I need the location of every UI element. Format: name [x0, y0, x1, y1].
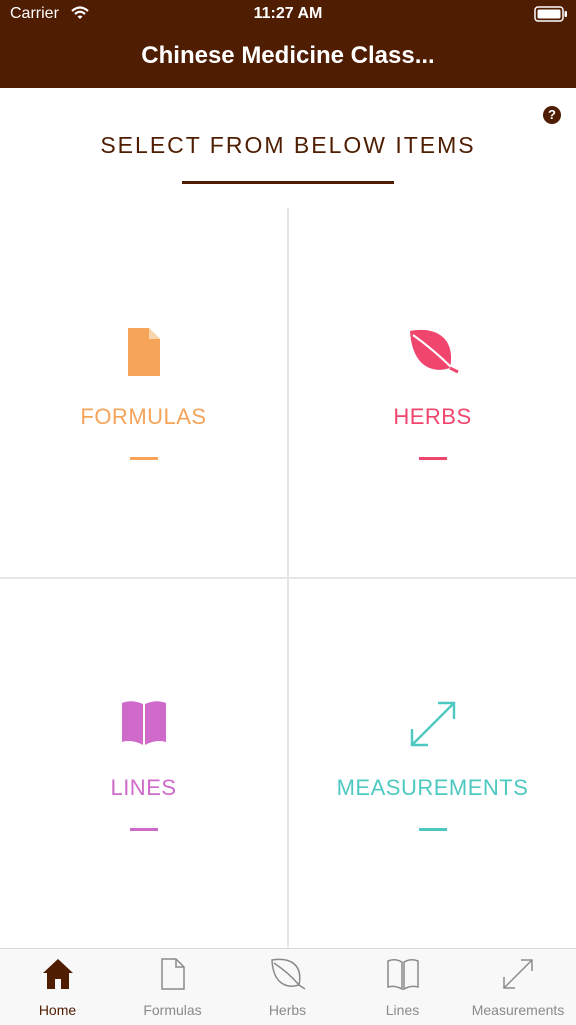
tab-herbs[interactable]: Herbs: [230, 949, 345, 1025]
tab-lines[interactable]: Lines: [345, 949, 460, 1025]
formulas-label: FORMULAS: [80, 404, 207, 429]
book-icon: [0, 699, 287, 751]
navigation-bar: Chinese Medicine Class...: [0, 28, 576, 88]
formulas-tile[interactable]: FORMULAS: [0, 208, 287, 577]
status-time: 11:27 AM: [253, 5, 323, 22]
tab-formulas[interactable]: Formulas: [115, 949, 230, 1025]
tab-measurements[interactable]: Measurements: [460, 949, 576, 1025]
document-icon: [115, 957, 230, 993]
page-heading: SELECT FROM BELOW ITEMS: [100, 132, 476, 158]
book-icon: [345, 957, 460, 993]
resize-arrows-icon: [289, 699, 576, 751]
help-button[interactable]: ?: [543, 106, 561, 124]
tab-herbs-label: Herbs: [268, 1002, 307, 1018]
status-bar: Carrier 11:27 AM: [0, 0, 576, 28]
lines-label: LINES: [110, 775, 177, 800]
measurements-label: MEASUREMENTS: [336, 775, 529, 800]
battery-icon: [534, 6, 568, 27]
tab-home[interactable]: Home: [0, 949, 115, 1025]
nav-title: Chinese Medicine Class...: [141, 42, 435, 69]
tab-home-label: Home: [38, 1002, 77, 1018]
formulas-underline: [130, 457, 158, 460]
home-icon: [0, 957, 115, 993]
measurements-tile[interactable]: MEASUREMENTS: [289, 579, 576, 948]
document-icon: [0, 328, 287, 380]
lines-underline: [130, 828, 158, 831]
leaf-icon: [230, 957, 345, 993]
tab-lines-label: Lines: [385, 1002, 420, 1018]
herbs-tile[interactable]: HERBS: [289, 208, 576, 577]
leaf-icon: [289, 328, 576, 380]
measurements-underline: [419, 828, 447, 831]
herbs-label: HERBS: [393, 404, 472, 429]
resize-arrows-icon: [460, 957, 576, 993]
tab-bar: Home Formulas Herbs Lines Measurements: [0, 948, 576, 1025]
tab-measurements-label: Measurements: [471, 1002, 565, 1018]
tab-formulas-label: Formulas: [143, 1002, 202, 1018]
heading-underline: [182, 181, 394, 184]
herbs-underline: [419, 457, 447, 460]
lines-tile[interactable]: LINES: [0, 579, 287, 948]
